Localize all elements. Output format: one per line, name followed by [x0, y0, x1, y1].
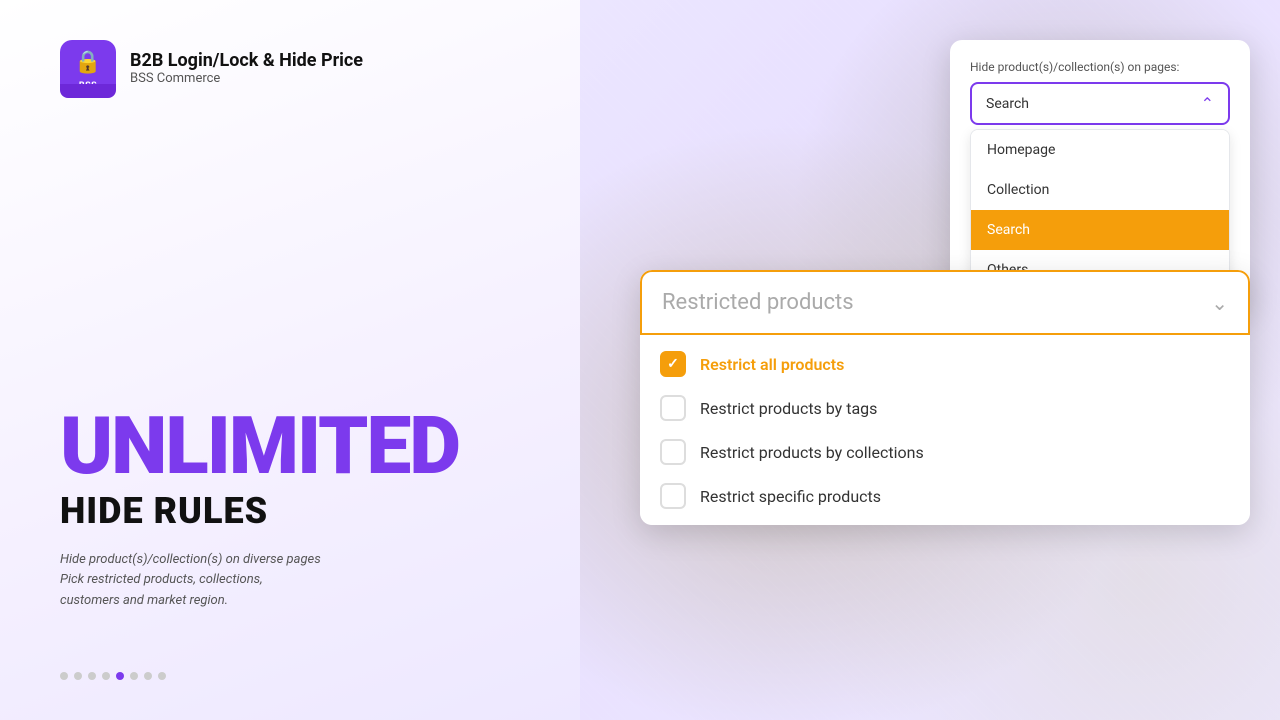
- dropdown-menu: Homepage Collection Search Others: [970, 129, 1230, 291]
- dot-8[interactable]: [158, 672, 166, 680]
- checkbox-item-specific[interactable]: Restrict specific products: [660, 483, 1230, 509]
- dot-1[interactable]: [60, 672, 68, 680]
- dot-2[interactable]: [74, 672, 82, 680]
- dropdown-selected-value: Search: [986, 96, 1029, 112]
- checkbox-by-collections[interactable]: [660, 439, 686, 465]
- chevron-up-icon: ⌃: [1201, 94, 1214, 113]
- company-name: BSS Commerce: [130, 71, 363, 86]
- dropdown-item-collection[interactable]: Collection: [971, 170, 1229, 210]
- pagination-dots: [60, 672, 520, 680]
- main-heading: UNLIMITED HIDE RULES Hide product(s)/col…: [60, 406, 520, 612]
- chevron-down-icon: ⌄: [1211, 291, 1228, 315]
- checkbox-all-products[interactable]: [660, 351, 686, 377]
- checkbox-specific-products[interactable]: [660, 483, 686, 509]
- dropdown-item-homepage[interactable]: Homepage: [971, 130, 1229, 170]
- logo-text: B2B Login/Lock & Hide Price BSS Commerce: [130, 50, 363, 86]
- dropdown-label: Hide product(s)/collection(s) on pages:: [970, 60, 1230, 74]
- app-name: B2B Login/Lock & Hide Price: [130, 50, 363, 71]
- dot-6[interactable]: [130, 672, 138, 680]
- logo-area: 🔒 BSS B2B Login/Lock & Hide Price BSS Co…: [60, 40, 520, 96]
- restricted-title: Restricted products: [662, 290, 854, 315]
- left-panel: 🔒 BSS B2B Login/Lock & Hide Price BSS Co…: [0, 0, 580, 720]
- checkbox-list: Restrict all products Restrict products …: [640, 335, 1250, 525]
- checkbox-label-all: Restrict all products: [700, 355, 844, 374]
- checkbox-item-tags[interactable]: Restrict products by tags: [660, 395, 1230, 421]
- dot-7[interactable]: [144, 672, 152, 680]
- hero-description: Hide product(s)/collection(s) on diverse…: [60, 550, 520, 612]
- dot-3[interactable]: [88, 672, 96, 680]
- checkbox-label-tags: Restrict products by tags: [700, 399, 877, 418]
- checkbox-label-specific: Restrict specific products: [700, 487, 881, 506]
- restricted-header[interactable]: Restricted products ⌄: [640, 270, 1250, 335]
- checkbox-item-collections[interactable]: Restrict products by collections: [660, 439, 1230, 465]
- dropdown-select[interactable]: Search ⌃: [970, 82, 1230, 125]
- dot-5-active[interactable]: [116, 672, 124, 680]
- restricted-products-card: Restricted products ⌄ Restrict all produ…: [640, 270, 1250, 525]
- app-logo-icon: 🔒 BSS: [60, 40, 116, 96]
- lock-icon: 🔒: [74, 50, 101, 75]
- checkbox-by-tags[interactable]: [660, 395, 686, 421]
- checkbox-label-collections: Restrict products by collections: [700, 443, 924, 462]
- dropdown-item-search[interactable]: Search: [971, 210, 1229, 250]
- hide-rules-heading: HIDE RULES: [60, 490, 520, 532]
- right-panel: Hide product(s)/collection(s) on pages: …: [580, 0, 1280, 720]
- bss-label: BSS: [79, 81, 97, 91]
- checkbox-item-all[interactable]: Restrict all products: [660, 351, 1230, 377]
- unlimited-heading: UNLIMITED: [60, 406, 520, 486]
- ui-overlay: Hide product(s)/collection(s) on pages: …: [640, 30, 1260, 700]
- dot-4[interactable]: [102, 672, 110, 680]
